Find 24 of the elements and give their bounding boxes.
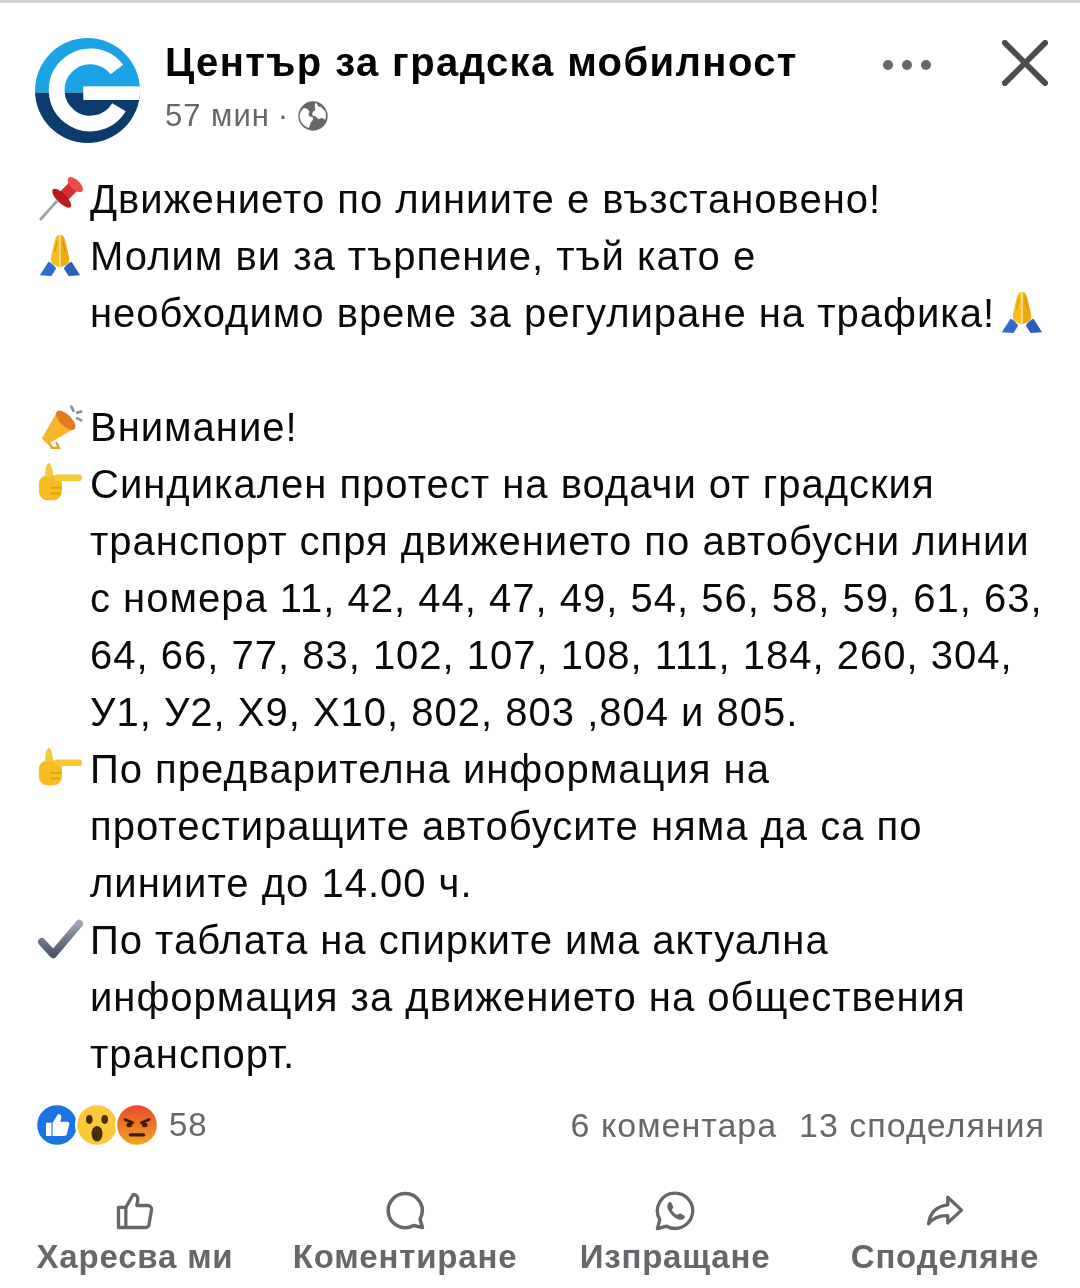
post-text: Внимание! <box>90 405 298 449</box>
post-time[interactable]: 57 мин <box>165 98 270 134</box>
like-reaction-icon[interactable] <box>35 1103 79 1147</box>
shares-count[interactable]: 13 споделяния <box>799 1099 1045 1151</box>
post-text: Синдикален протест на водачи от градския транспорт спря движението по автобусни линии с номера 11, 42, 44, 47, 49, 54, 56, 58, 59, 61, 63, 64, 66, 77, 83, 102, 107, 108, 111, 184, 260, 304, У1, У2, Х9, Х10, 802, 803 ,804 и 805. <box>90 462 1043 734</box>
action-button[interactable]: Коментиране <box>292 1237 518 1277</box>
post-text: Молим ви за търпение, тъй като е необходимо време за регулиране на трафика! <box>90 234 995 335</box>
close-icon[interactable] <box>1002 40 1048 86</box>
action-button[interactable]: Споделяне <box>850 1237 1040 1277</box>
post-text: Движението по линиите е възстановено! <box>90 177 882 221</box>
globe-icon <box>297 100 330 132</box>
action-button[interactable]: Харесва ми <box>36 1237 234 1277</box>
logo-icon[interactable] <box>35 38 140 143</box>
post-text: По предварителна информация на протестиращите автобусите няма да са по линиите до 14.00 ч. <box>90 747 923 905</box>
angry-reaction-icon[interactable] <box>115 1103 159 1147</box>
reaction-count[interactable]: 58 <box>169 1100 208 1150</box>
wow-reaction-icon[interactable] <box>75 1103 119 1147</box>
phone-bubble-icon[interactable] <box>653 1189 697 1233</box>
post-text: По таблата на спирките има актуална информация за движението на обществения транспорт. <box>90 918 966 1076</box>
page-name[interactable]: Център за градска мобилност <box>165 38 798 86</box>
comments-count[interactable]: 6 коментара <box>570 1099 778 1151</box>
action-button[interactable]: Изпращане <box>579 1237 771 1277</box>
separator-dot: · <box>277 98 290 134</box>
more-options-icon[interactable] <box>882 59 932 71</box>
